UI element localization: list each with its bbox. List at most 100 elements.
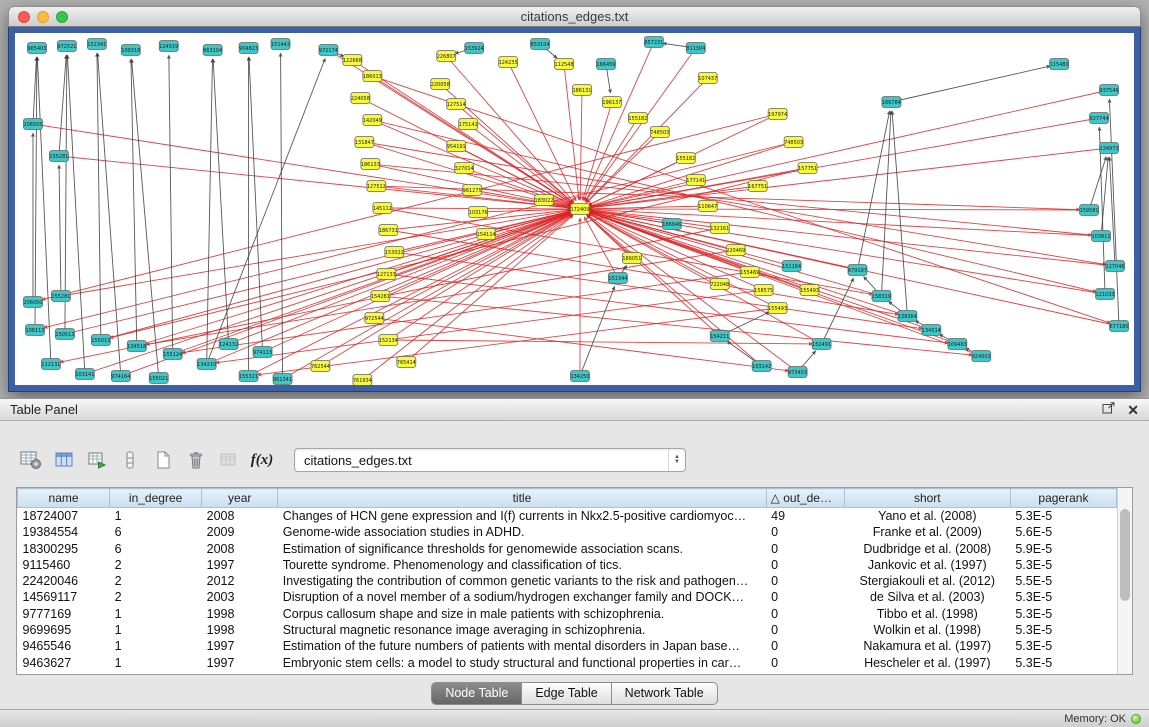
graph-edge[interactable] bbox=[892, 111, 907, 316]
graph-node[interactable]: 327014 bbox=[455, 163, 474, 174]
graph-node[interactable]: 183022 bbox=[535, 195, 554, 206]
graph-edge[interactable] bbox=[35, 57, 37, 330]
graph-node[interactable]: 124519 bbox=[159, 41, 178, 52]
row-tools-icon[interactable] bbox=[115, 447, 145, 473]
graph-edge[interactable] bbox=[588, 212, 957, 344]
scrollbar-thumb[interactable] bbox=[1120, 509, 1130, 601]
graph-node[interactable]: 138364 bbox=[898, 311, 917, 322]
graph-node[interactable]: 972544 bbox=[365, 313, 384, 324]
graph-node[interactable]: 937549 bbox=[1100, 85, 1119, 96]
graph-node[interactable]: 965403 bbox=[27, 43, 46, 54]
graph-edge[interactable] bbox=[283, 213, 573, 379]
graph-edge[interactable] bbox=[584, 217, 618, 278]
graph-node[interactable]: 961341 bbox=[273, 374, 292, 385]
graph-node[interactable]: 206505 bbox=[23, 119, 42, 130]
table-row[interactable]: 946554611997Estimation of the future num… bbox=[18, 638, 1117, 654]
graph-node[interactable]: 155182 bbox=[628, 113, 647, 124]
graph-edge[interactable] bbox=[589, 148, 1109, 208]
graph-edge[interactable] bbox=[588, 212, 931, 330]
graph-edge[interactable] bbox=[257, 308, 777, 375]
export-table-icon[interactable] bbox=[82, 447, 112, 473]
graph-edge[interactable] bbox=[374, 213, 572, 318]
graph-node[interactable]: 196137 bbox=[602, 97, 621, 108]
graph-edge[interactable] bbox=[207, 58, 326, 364]
graph-edge[interactable] bbox=[173, 212, 572, 354]
graph-node[interactable]: 762544 bbox=[311, 361, 330, 372]
table-row[interactable]: 977716911998Corpus callosum shape and si… bbox=[18, 606, 1117, 622]
graph-node[interactable]: 155281 bbox=[49, 151, 68, 162]
graph-node[interactable]: 761934 bbox=[353, 375, 372, 386]
graph-node[interactable]: 186131 bbox=[572, 85, 591, 96]
tab-edge-table[interactable]: Edge Table bbox=[522, 682, 611, 705]
table-row[interactable]: 2242004622012Investigating the contribut… bbox=[18, 573, 1117, 589]
graph-edge[interactable] bbox=[891, 66, 1050, 102]
minimize-button[interactable] bbox=[37, 11, 49, 23]
graph-edge[interactable] bbox=[213, 59, 228, 344]
graph-node[interactable]: 175141 bbox=[459, 119, 478, 130]
table-row[interactable]: 1456911722003Disruption of a novel membe… bbox=[18, 589, 1117, 605]
graph-node[interactable]: 134250 bbox=[570, 371, 589, 382]
table-row[interactable]: 911546021997Tourette syndrome. Phenomeno… bbox=[18, 557, 1117, 573]
graph-node[interactable]: 132161 bbox=[710, 223, 729, 234]
graph-node[interactable]: 153022 bbox=[385, 247, 404, 258]
table-row[interactable]: 1938455462009Genome-wide association stu… bbox=[18, 524, 1117, 540]
graph-node[interactable]: 127514 bbox=[447, 99, 466, 110]
graph-node[interactable]: 134973 bbox=[1100, 143, 1119, 154]
zoom-button[interactable] bbox=[56, 11, 68, 23]
function-builder-icon[interactable]: f(x) bbox=[247, 447, 277, 473]
graph-edge[interactable] bbox=[207, 59, 213, 364]
graph-node[interactable]: 972174 bbox=[319, 45, 338, 56]
graph-node[interactable]: 107437 bbox=[698, 73, 717, 84]
graph-node[interactable]: 155021 bbox=[149, 373, 168, 384]
float-panel-icon[interactable] bbox=[1102, 402, 1115, 417]
tab-node-table[interactable]: Node Table bbox=[431, 682, 522, 705]
graph-edge[interactable] bbox=[131, 59, 137, 346]
graph-node[interactable]: 186646 bbox=[662, 219, 681, 230]
table-row[interactable]: 969969511998Structural magnetic resonanc… bbox=[18, 622, 1117, 638]
graph-edge[interactable] bbox=[61, 210, 571, 296]
tab-network-table[interactable]: Network Table bbox=[612, 682, 718, 705]
graph-node[interactable]: 974164 bbox=[111, 371, 130, 382]
graph-node[interactable]: 155493 bbox=[800, 285, 819, 296]
graph-node[interactable]: 155281 bbox=[51, 291, 70, 302]
graph-node[interactable]: 154211 bbox=[710, 331, 729, 342]
graph-node[interactable]: 157751 bbox=[798, 163, 817, 174]
graph-node[interactable]: 108113 bbox=[25, 325, 44, 336]
graph-node[interactable]: 853104 bbox=[531, 39, 550, 50]
graph-node[interactable]: 112131 bbox=[41, 359, 60, 370]
graph-node[interactable]: 765414 bbox=[397, 357, 416, 368]
window-titlebar[interactable]: citations_edges.txt bbox=[8, 6, 1141, 27]
table-row[interactable]: 1830029562008Estimation of significance … bbox=[18, 541, 1117, 557]
column-header-pagerank[interactable]: pagerank bbox=[1010, 489, 1116, 508]
graph-node[interactable]: 124235 bbox=[499, 57, 518, 68]
graph-node[interactable]: 153924 bbox=[465, 43, 484, 54]
graph-node[interactable]: 155013 bbox=[91, 335, 110, 346]
graph-node[interactable]: 224058 bbox=[351, 93, 370, 104]
graph-node[interactable]: 122668 bbox=[343, 55, 362, 66]
graph-node[interactable]: 155493 bbox=[768, 303, 787, 314]
graph-edge[interactable] bbox=[169, 55, 173, 354]
graph-node[interactable]: 954191 bbox=[447, 141, 466, 152]
graph-node[interactable]: 961275 bbox=[463, 185, 482, 196]
column-header-out_degree[interactable]: △ out_de… bbox=[766, 489, 844, 508]
graph-node[interactable]: 186051 bbox=[622, 253, 641, 264]
delete-column-icon[interactable] bbox=[181, 447, 211, 473]
graph-edge[interactable] bbox=[37, 57, 51, 364]
graph-node[interactable]: 152491 bbox=[812, 339, 831, 350]
graph-node[interactable]: 127046 bbox=[1106, 261, 1125, 272]
graph-edge[interactable] bbox=[33, 124, 571, 208]
graph-node[interactable]: 103141 bbox=[75, 369, 94, 380]
graph-node[interactable]: 166459 bbox=[596, 59, 615, 70]
table-selector[interactable]: citations_edges.txt ▲▼ bbox=[294, 448, 686, 472]
graph-edge[interactable] bbox=[580, 90, 582, 200]
graph-edge[interactable] bbox=[33, 57, 37, 124]
graph-node[interactable]: 974113 bbox=[253, 347, 272, 358]
graph-node[interactable]: 863104 bbox=[203, 45, 222, 56]
graph-edge[interactable] bbox=[59, 55, 66, 156]
column-header-in_degree[interactable]: in_degree bbox=[110, 489, 202, 508]
graph-node[interactable]: 973453 bbox=[788, 367, 807, 378]
graph-edge[interactable] bbox=[249, 57, 263, 352]
graph-node[interactable]: 112548 bbox=[555, 59, 574, 70]
graph-node[interactable]: 927744 bbox=[1090, 113, 1109, 124]
graph-node[interactable]: 155182 bbox=[676, 153, 695, 164]
